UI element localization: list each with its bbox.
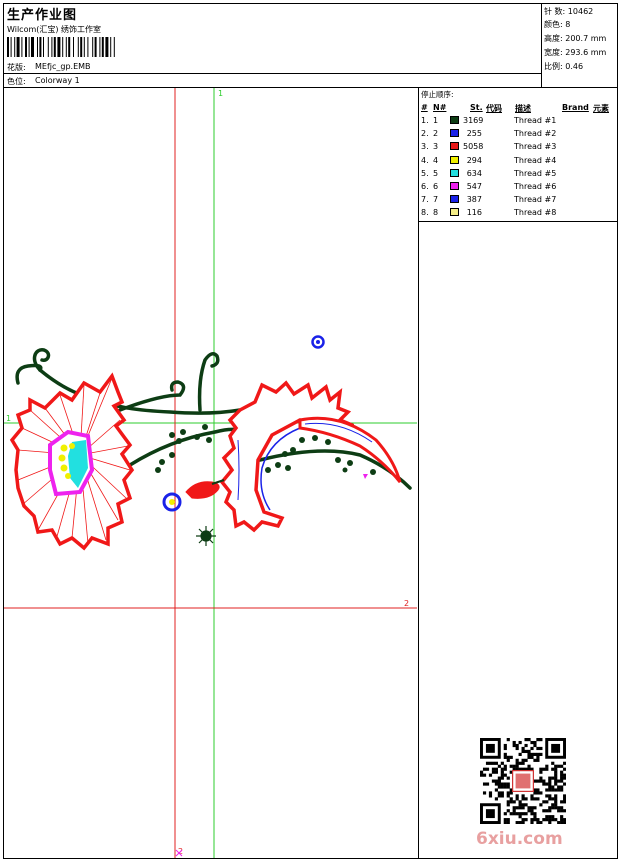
thread-idx: 3.: [421, 142, 429, 152]
thread-desc: Thread #3: [514, 142, 557, 152]
col-st: St.: [470, 103, 483, 112]
thread-n: 5: [433, 168, 439, 178]
guide-label-green-top: 1: [218, 89, 223, 98]
thread-desc: Thread #6: [514, 182, 557, 191]
thread-color-swatch: [450, 195, 459, 204]
thread-n: 8: [433, 208, 439, 218]
thread-desc: Thread #8: [514, 208, 557, 218]
col-hash: #: [421, 103, 428, 112]
stop-sequence-title: 停止顺序:: [421, 90, 454, 99]
col-desc: 描述: [515, 104, 531, 113]
col-brand: Brand: [562, 103, 589, 112]
thread-color-swatch: [450, 168, 459, 177]
thread-desc: Thread #1: [514, 116, 557, 125]
thread-row: 6. 6 547 Thread #6: [419, 181, 619, 194]
watermark-logo: 6xiu.com: [476, 829, 563, 849]
left-flower: [9, 372, 135, 551]
guide-label-red-right: 2: [404, 599, 409, 608]
thread-idx: 5.: [421, 168, 429, 178]
thread-n: 2: [433, 129, 439, 139]
thread-row: 7. 7 387 Thread #7: [419, 194, 619, 207]
thread-n: 4: [433, 155, 439, 165]
thread-desc: Thread #5: [514, 168, 557, 178]
stat-stitches: 针 数: 10462: [544, 7, 594, 16]
col-n: N#: [433, 103, 447, 112]
thread-desc: Thread #7: [514, 195, 557, 205]
right-leaf: [219, 380, 402, 533]
thread-row: 1. 1 3169 Thread #1: [419, 115, 619, 128]
thread-n: 6: [433, 182, 439, 191]
design-svg: 1 1 2 2: [4, 88, 417, 858]
qr-code: [480, 738, 566, 824]
thread-color-swatch: [450, 142, 459, 151]
thread-idx: 8.: [421, 208, 429, 218]
thread-idx: 4.: [421, 155, 429, 165]
thread-stitches: 634: [466, 168, 482, 178]
thread-idx: 7.: [421, 195, 429, 205]
thread-row: 3. 3 5058 Thread #3: [419, 141, 619, 154]
thread-color-swatch: [450, 182, 459, 190]
thread-idx: 1.: [421, 116, 429, 125]
col-code: 代码: [486, 104, 502, 113]
col-element: 元素: [593, 104, 609, 113]
thread-color-swatch: [450, 208, 459, 217]
stats-box: 针 数: 10462 颜色: 8 高度: 200.7 mm 宽度: 293.6 …: [541, 3, 618, 88]
thread-desc: Thread #4: [514, 155, 557, 165]
thread-desc: Thread #2: [514, 129, 557, 139]
stat-colors: 颜色: 8: [544, 20, 571, 29]
thread-color-swatch: [450, 155, 459, 164]
thread-stitches: 116: [466, 208, 482, 218]
thread-stitches: 5058: [463, 142, 484, 152]
thread-n: 3: [433, 142, 439, 152]
thread-idx: 2.: [421, 129, 429, 139]
green-starburst: [196, 526, 216, 546]
thread-stitches: 387: [466, 195, 482, 205]
guide-label-green-left: 1: [6, 414, 11, 423]
thread-stitches: 3169: [463, 116, 484, 125]
stat-scale: 比例: 0.46: [544, 62, 584, 71]
thread-row: 8. 8 116 Thread #8: [419, 207, 619, 220]
stat-width: 宽度: 293.6 mm: [544, 48, 607, 57]
thread-color-swatch: [450, 129, 459, 138]
thread-table-panel: 停止顺序: # N# St. 代码 描述 Brand 元素 1. 1 3169 Thr…: [418, 87, 618, 222]
thread-stitches: 294: [466, 155, 482, 165]
thread-row: 2. 2 255 Thread #2: [419, 128, 619, 141]
thread-n: 1: [433, 116, 439, 125]
thread-stitches: 547: [466, 182, 482, 191]
thread-color-swatch: [450, 116, 459, 124]
thread-n: 7: [433, 195, 439, 205]
thread-row: 4. 4 294 Thread #4: [419, 155, 619, 168]
stat-height: 高度: 200.7 mm: [544, 34, 607, 43]
thread-idx: 6.: [421, 182, 429, 191]
thread-stitches: 255: [466, 129, 482, 139]
thread-row: 5. 5 634 Thread #5: [419, 168, 619, 181]
